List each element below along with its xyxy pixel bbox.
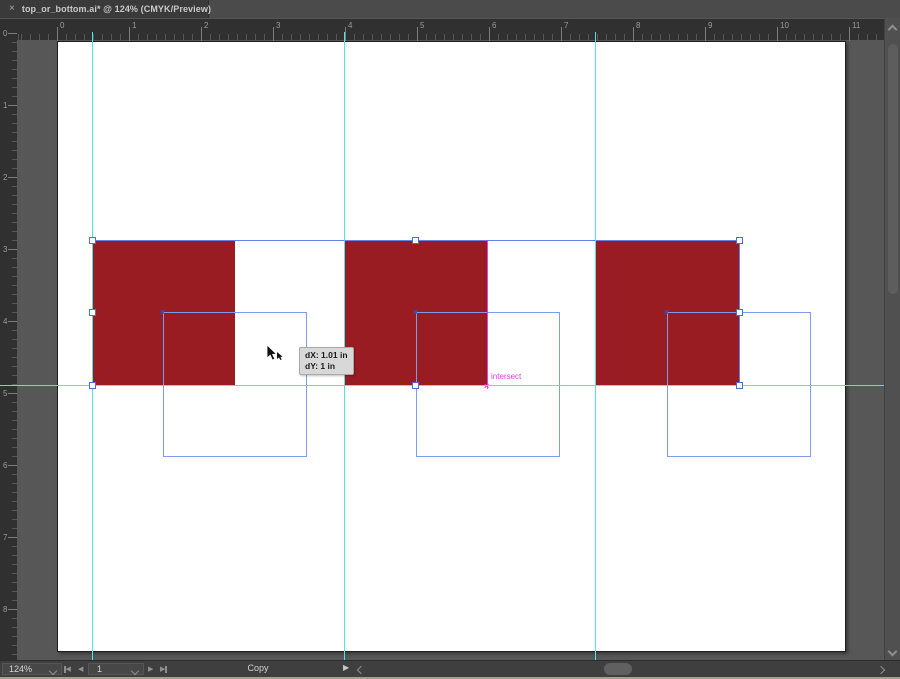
ruler-tick	[489, 27, 490, 41]
ruler-label: 6	[492, 21, 496, 30]
guide-vertical[interactable]	[92, 40, 93, 660]
ruler-label: 7	[3, 533, 7, 542]
selection-handle[interactable]	[736, 237, 743, 244]
smart-guide-label: intersect	[491, 373, 521, 381]
selection-handle[interactable]	[736, 309, 743, 316]
ruler-label: 5	[3, 389, 7, 398]
ruler-tick	[8, 177, 17, 178]
ruler-tick	[633, 27, 634, 41]
smart-guide-line	[487, 240, 488, 389]
ruler-label: 5	[420, 21, 424, 30]
vertical-ruler[interactable]: 012345678	[0, 40, 17, 660]
ruler-label: 4	[3, 317, 7, 326]
horizontal-ruler[interactable]: 0 1 2 3 4 5 6 7 8 9 10 11	[17, 18, 884, 40]
ruler-tick	[201, 27, 202, 41]
last-page-button[interactable]: ▶	[160, 663, 167, 675]
scroll-up-icon[interactable]	[888, 25, 898, 35]
ruler-label: 2	[204, 21, 208, 30]
selection-handle[interactable]	[89, 382, 96, 389]
guide-ruler-marker	[344, 32, 345, 40]
drag-measurement-tooltip: dX: 1.01 indY: 1 in	[299, 347, 354, 375]
selection-handle[interactable]	[412, 237, 419, 244]
guide-ruler-marker	[0, 385, 17, 386]
status-display: Copy	[175, 663, 341, 675]
ruler-label: 3	[3, 245, 7, 254]
ruler-tick	[417, 27, 418, 41]
drag-anchor-x-icon: ×	[664, 308, 669, 317]
drag-anchor-x-icon: ×	[160, 308, 165, 317]
illustrator-window: × top_or_bottom.ai* @ 124% (CMYK/Preview…	[0, 0, 900, 679]
ruler-tick	[8, 249, 17, 250]
selection-handle[interactable]	[89, 309, 96, 316]
ruler-minor-ticks	[12, 40, 17, 660]
document-tab[interactable]: × top_or_bottom.ai* @ 124% (CMYK/Preview…	[0, 0, 209, 18]
document-title: top_or_bottom.ai* @ 124% (CMYK/Preview)	[22, 4, 211, 14]
close-icon[interactable]: ×	[9, 4, 15, 14]
ruler-label: 10	[780, 21, 789, 30]
ruler-label: 8	[3, 605, 7, 614]
chevron-down-icon	[131, 667, 139, 675]
ruler-label: 1	[132, 21, 136, 30]
ruler-label: 1	[3, 101, 7, 110]
smart-guide-x-icon: ×	[484, 382, 489, 391]
chevron-left-icon[interactable]	[357, 666, 365, 674]
page-number-dropdown[interactable]: 1	[88, 663, 144, 675]
ruler-tick	[705, 27, 706, 41]
ruler-label: 6	[3, 461, 7, 470]
ruler-label: 4	[348, 21, 352, 30]
chevron-down-icon	[49, 667, 57, 675]
vertical-scrollbar-thumb[interactable]	[888, 44, 898, 294]
ruler-label: 0	[60, 21, 64, 30]
titlebar: × top_or_bottom.ai* @ 124% (CMYK/Preview…	[0, 0, 900, 18]
ruler-label: 8	[636, 21, 640, 30]
page-number: 1	[97, 664, 102, 674]
statusbar: 124% ◀ ◀ 1 ▶ ▶ Copy ▶	[0, 660, 900, 677]
ruler-tick	[777, 27, 778, 41]
guide-horizontal[interactable]	[17, 385, 884, 386]
zoom-level-dropdown[interactable]: 124%	[2, 663, 62, 675]
ruler-label: 9	[708, 21, 712, 30]
canvas[interactable]: ××××intersectdX: 1.01 indY: 1 in	[17, 40, 884, 660]
first-page-button[interactable]: ◀	[64, 663, 71, 675]
selection-handle[interactable]	[736, 382, 743, 389]
ruler-tick	[8, 609, 17, 610]
drag-anchor-x-icon: ×	[413, 308, 418, 317]
horizontal-scrollbar-thumb[interactable]	[604, 663, 632, 675]
zoom-level: 124%	[9, 664, 32, 674]
ruler-tick	[8, 105, 17, 106]
ruler-label: 3	[276, 21, 280, 30]
ruler-tick	[8, 465, 17, 466]
chevron-right-icon[interactable]	[877, 666, 885, 674]
status-menu-arrow[interactable]: ▶	[343, 663, 349, 672]
ruler-tick	[561, 27, 562, 41]
ruler-minor-ticks	[17, 34, 884, 40]
guide-vertical[interactable]	[595, 40, 596, 660]
ruler-tick	[8, 393, 17, 394]
scroll-down-icon[interactable]	[888, 647, 898, 657]
ruler-tick	[57, 27, 58, 41]
selection-handle[interactable]	[89, 237, 96, 244]
tooltip-dy: dY: 1 in	[305, 361, 348, 372]
ruler-label: 0	[3, 29, 7, 38]
vertical-scrollbar[interactable]	[884, 18, 900, 660]
ruler-label: 2	[3, 173, 7, 182]
ruler-tick	[8, 537, 17, 538]
next-page-button[interactable]: ▶	[148, 663, 153, 675]
ruler-tick	[8, 321, 17, 322]
ruler-tick	[345, 27, 346, 41]
ruler-tick	[8, 33, 17, 34]
tooltip-dx: dX: 1.01 in	[305, 350, 348, 361]
selection-handle[interactable]	[412, 382, 419, 389]
mouse-cursor	[266, 344, 288, 366]
previous-page-button[interactable]: ◀	[78, 663, 83, 675]
ruler-tick	[129, 27, 130, 41]
ruler-tick	[849, 27, 850, 41]
ruler-tick	[273, 27, 274, 41]
guide-ruler-marker	[595, 32, 596, 40]
ruler-label: 11	[852, 21, 860, 30]
guide-ruler-marker	[92, 32, 93, 40]
ruler-label: 7	[564, 21, 568, 30]
